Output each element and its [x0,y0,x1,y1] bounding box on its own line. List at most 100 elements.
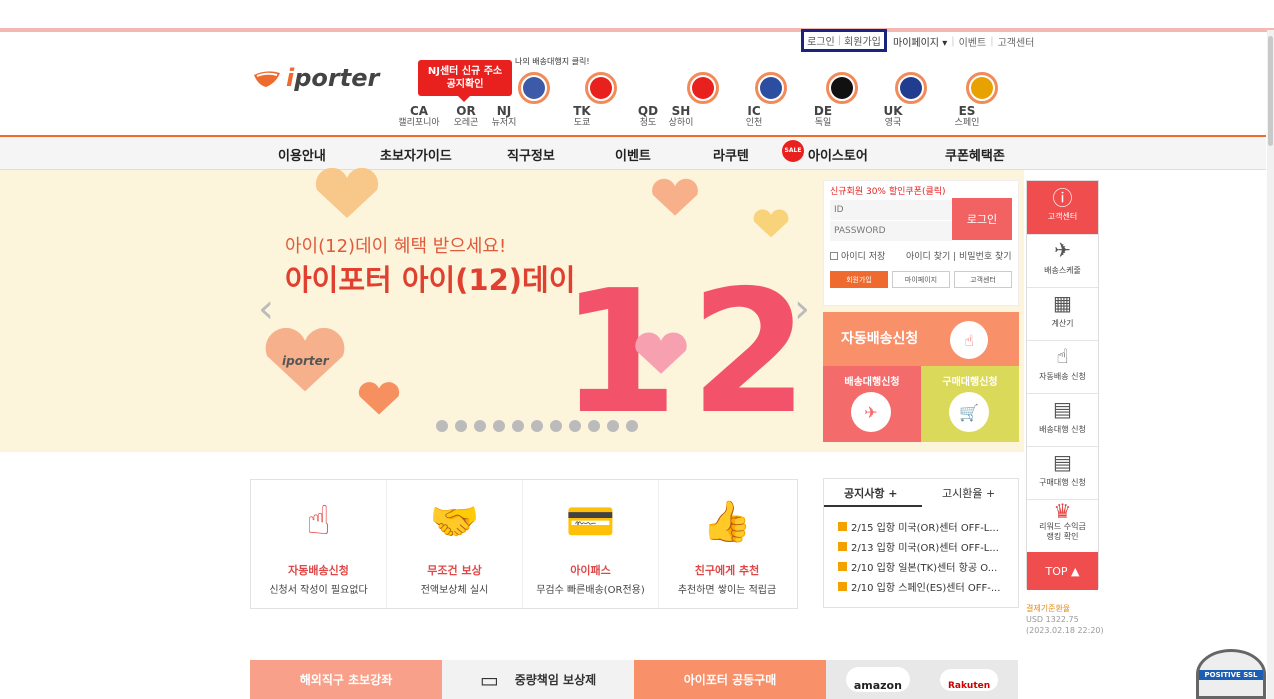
sidebar-item-delivery-request[interactable]: ▤ 배송대행 신청 [1027,394,1098,447]
mypage-label: 마이페이지 [893,38,939,49]
handshake-icon: 🤝 [429,498,480,545]
center-ic[interactable]: IC 인천 [729,103,779,129]
sidebar-label: 고객센터 [1047,212,1078,221]
pagination-dot[interactable] [512,420,524,432]
sidebar-item-calculator[interactable]: ▦ 계산기 [1027,288,1098,341]
center-tk[interactable]: TK 도쿄 [557,103,607,129]
pagination-dot[interactable] [588,420,600,432]
find-account-link[interactable]: 아이디 찾기 | 비밀번호 찾기 [906,249,1012,262]
feature-desc: 신청서 작성이 필요없다 [269,585,368,596]
weight-compensation-banner[interactable]: ▭ 중량책임 보상제 [442,660,634,699]
page: 로그인 | 회원가입 마이페이지 ▾ | 이벤트 | 고객센터 iporter … [0,0,1274,699]
notice-item[interactable]: 2/10 입항 일본(TK)센터 항공 O... [838,559,997,574]
top-button[interactable]: TOP ▲ [1027,552,1098,590]
main-nav: 이용안내 초보자가이드 직구정보 이벤트 라쿠텐 아이스토어 쿠폰혜택존 [0,137,1266,170]
feature-panel: ☝ 자동배송신청 신청서 작성이 필요없다 🤝 무조건 보상 전액보상체 실시 💳 아이패… [250,479,798,609]
notice-item[interactable]: 2/10 입항 스페인(ES)센터 OFF-... [838,579,1000,594]
pagination-dot[interactable] [455,420,467,432]
pagination-dot[interactable] [607,420,619,432]
join-link[interactable]: 회원가입 [844,33,881,48]
join-button[interactable]: 회원가입 [830,271,888,288]
nav-info[interactable]: 직구정보 [507,145,555,164]
checkbox-icon [830,251,838,260]
group-buy-banner[interactable]: 아이포터 공동구매 [634,660,826,699]
sidebar-item-auto-delivery[interactable]: ☝ 자동배송 신청 [1027,341,1098,394]
center-sh[interactable]: SH 상하이 [656,103,706,129]
amazon-logo: amazon [845,667,910,692]
sidebar-item-reward[interactable]: ♛ 리워드 수익금 랭킹 확인 [1027,499,1098,553]
pagination-dot[interactable] [531,420,543,432]
nav-event[interactable]: 이벤트 [615,145,651,164]
beginner-course-banner[interactable]: 해외직구 초보강좌 [250,660,442,699]
new-badge-icon [838,562,847,571]
sidebar-item-purchase-request[interactable]: ▤ 구매대행 신청 [1027,447,1098,500]
ssl-label: POSITIVE SSL [1199,670,1263,680]
partner-banner[interactable]: amazon Rakuten [826,660,1018,699]
center-uk[interactable]: UK 영국 [868,103,918,129]
nav-guide[interactable]: 이용안내 [278,145,326,164]
flag-pin-icon[interactable] [755,72,787,104]
feature-referral[interactable]: 👍 친구에게 추천 추천하면 쌓이는 적립금 [659,480,795,608]
password-input[interactable]: PASSWORD [830,221,952,241]
mypage-button[interactable]: 마이페이지 [892,271,950,288]
notice-item[interactable]: 2/15 입항 미국(OR)센터 OFF-L... [838,519,999,534]
mypage-link[interactable]: 마이페이지 ▾ [889,34,951,49]
feature-ipass[interactable]: 💳 아이패스 무검수 빠른배송(OR전용) [523,480,659,608]
nav-rakuten[interactable]: 라쿠텐 [713,145,749,164]
pagination-dot[interactable] [493,420,505,432]
nav-coupon[interactable]: 쿠폰혜택존 [945,145,1005,164]
center-code: ES [958,104,976,118]
id-input[interactable]: ID [830,200,952,220]
login-button[interactable]: 로그인 [952,198,1012,240]
auto-delivery-button[interactable]: 자동배송신청 [823,312,1019,366]
pagination-dot[interactable] [474,420,486,432]
pagination-dot[interactable] [626,420,638,432]
tab-exchange-rate[interactable]: 고시환율 + [942,485,995,501]
feature-compensation[interactable]: 🤝 무조건 보상 전액보상체 실시 [387,480,523,608]
signup-promo-link[interactable]: 신규회원 30% 할인쿠폰(클릭) [830,184,946,197]
cs-button[interactable]: 고객센터 [954,271,1012,288]
center-ca[interactable]: CA 캘리포니아 [394,103,444,129]
scrollbar-thumb[interactable] [1268,36,1273,146]
banner-next-arrow-icon[interactable]: › [794,286,810,332]
notice-item[interactable]: 2/13 입항 미국(OR)센터 OFF-L... [838,539,999,554]
center-de[interactable]: DE 독일 [798,103,848,129]
center-es[interactable]: ES 스페인 [942,103,992,129]
airplane-icon: ✈ [1054,238,1071,262]
ssl-seal[interactable]: POSITIVE SSL [1196,649,1266,699]
logo[interactable]: iporter [252,64,379,92]
flag-pin-icon[interactable] [966,72,998,104]
sidebar-item-schedule[interactable]: ✈ 배송스케줄 [1027,235,1098,288]
center-name: 도쿄 [573,118,591,128]
save-id-checkbox[interactable]: 아이디 저장 [830,249,885,262]
rate-title[interactable]: 결제기준환율 [1026,603,1104,614]
center-nj[interactable]: NJ 뉴저지 [479,103,529,129]
banner-pagination [436,420,638,432]
tab-notice[interactable]: 공지사항 + [844,485,898,501]
center-code: IC [747,104,761,118]
cs-link[interactable]: 고객센터 [994,34,1039,49]
sidebar-label: 자동배송 신청 [1039,372,1086,381]
book-icon: ▭ [479,667,499,692]
flag-pin-icon[interactable] [826,72,858,104]
flag-pin-icon[interactable] [518,72,550,104]
login-link[interactable]: 로그인 [807,33,835,48]
flag-pin-icon[interactable] [895,72,927,104]
nj-notice-badge[interactable]: NJ센터 신규 주소 공지확인 [418,60,512,102]
new-badge-icon [838,542,847,551]
pagination-dot[interactable] [550,420,562,432]
nav-istore[interactable]: 아이스토어 [808,145,868,164]
pagination-dot[interactable] [436,420,448,432]
flag-pin-icon[interactable] [687,72,719,104]
pagination-dot[interactable] [569,420,581,432]
notice-text: 2/13 입항 미국(OR)센터 OFF-L... [851,543,999,554]
flag-pin-icon[interactable] [585,72,617,104]
nav-beginner[interactable]: 초보자가이드 [380,145,452,164]
heart-logo-icon [635,332,687,374]
event-link[interactable]: 이벤트 [955,34,991,49]
sidebar-item-cs[interactable]: ⓘ 고객센터 [1027,181,1098,235]
thumbs-up-coin-icon: 👍 [702,498,752,545]
feature-auto-delivery[interactable]: ☝ 자동배송신청 신청서 작성이 필요없다 [251,480,387,608]
banner-prev-arrow-icon[interactable]: ‹ [258,286,274,332]
heart-logo-icon [652,178,698,216]
